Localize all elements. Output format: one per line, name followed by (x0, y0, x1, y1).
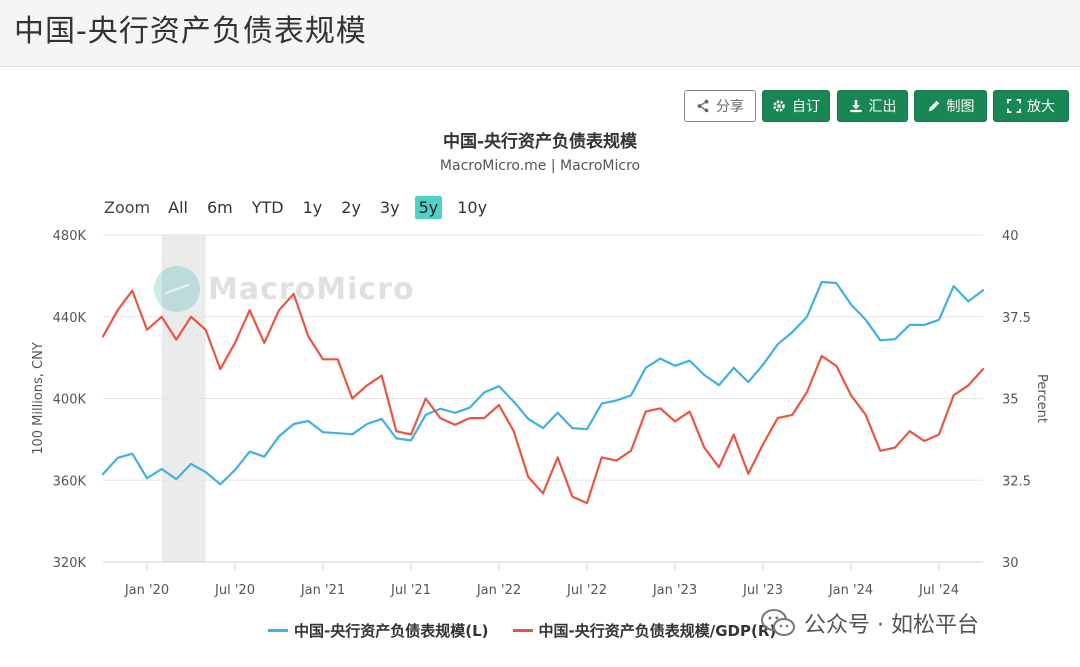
wechat-icon (761, 609, 795, 636)
legend-swatch-red (512, 629, 533, 632)
y-left-axis-title: 100 Millions, CNY (31, 342, 46, 455)
watermark: MacroMicro (154, 266, 415, 312)
wechat-watermark: 公众号 · 如松平台 (760, 607, 979, 639)
x-tick-label: Jan '23 (652, 583, 697, 598)
x-tick-label: Jul '21 (390, 583, 431, 598)
y-left-tick-label: 480K (53, 229, 87, 244)
y-left-tick-label: 360K (53, 474, 87, 489)
legend-label-left-series: 中国-央行资产负债表规模(L) (294, 622, 489, 640)
wechat-text: 公众号 · 如松平台 (804, 613, 979, 638)
y-left-tick-label: 440K (53, 311, 87, 326)
y-right-tick-label: 30 (1002, 556, 1019, 571)
legend-swatch-blue (268, 629, 288, 632)
x-tick-label: Jan '24 (828, 583, 873, 598)
y-right-tick-label: 35 (1002, 393, 1019, 408)
x-tick-label: Jan '22 (476, 583, 521, 598)
x-tick-label: Jul '20 (214, 583, 255, 598)
watermark-text: MacroMicro (208, 271, 415, 307)
chart-plot: 320K 360K 400K 440K 480K 30 32.5 35 37.5 40 Jan '2… (31, 229, 1049, 598)
x-tick-label: Jan '20 (124, 583, 169, 598)
chart-legend: 中国-央行资产负债表规模(L) 中国-央行资产负债表规模/GDP(R) (268, 620, 800, 641)
y-right-tick-label: 37.5 (1002, 311, 1031, 326)
series-line-balance-sheet (101, 280, 985, 486)
x-tick-label: Jul '22 (566, 583, 607, 598)
legend-item-left-series[interactable]: 中国-央行资产负债表规模(L) (268, 620, 489, 641)
x-tick-label: Jan '21 (300, 583, 345, 598)
legend-label-right-series: 中国-央行资产负债表规模/GDP(R) (538, 622, 777, 640)
x-tick-label: Jul '23 (742, 583, 783, 598)
macromicro-logo-icon (154, 266, 200, 312)
y-left-tick-label: 400K (53, 393, 87, 408)
y-right-tick-label: 40 (1002, 229, 1019, 244)
y-right-tick-label: 32.5 (1002, 474, 1031, 489)
y-right-axis-title: Percent (1034, 374, 1049, 423)
y-left-tick-label: 320K (53, 556, 87, 571)
legend-item-right-series[interactable]: 中国-央行资产负债表规模/GDP(R) (512, 620, 777, 641)
x-tick-label: Jul '24 (918, 583, 959, 598)
